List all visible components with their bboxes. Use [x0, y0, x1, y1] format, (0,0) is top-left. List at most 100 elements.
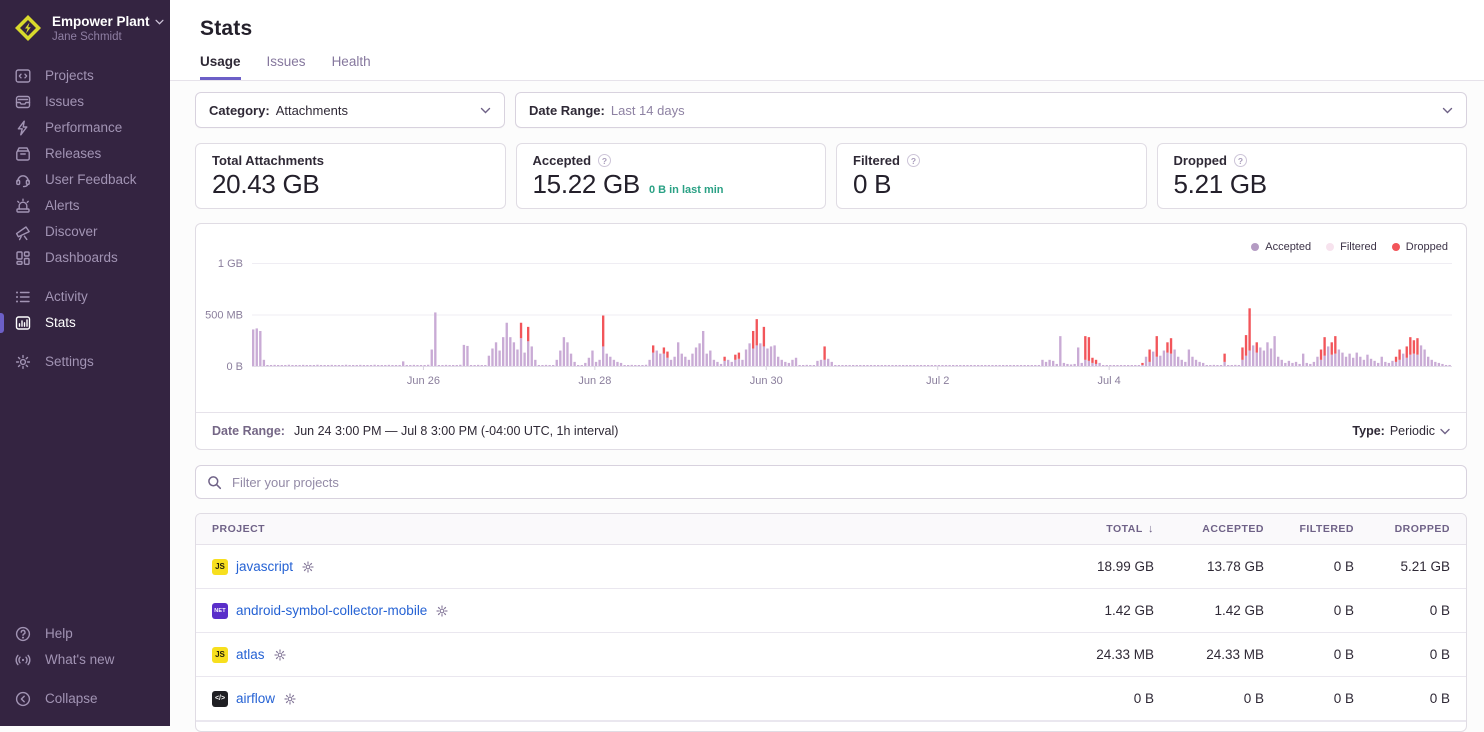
- legend-item-filtered[interactable]: Filtered: [1326, 241, 1377, 253]
- table-row: NET android-symbol-collector-mobile 1.42…: [196, 589, 1466, 633]
- type-label: Type:: [1352, 424, 1384, 438]
- legend-label: Filtered: [1340, 241, 1377, 253]
- dashboards-icon: [14, 249, 32, 267]
- releases-icon: [14, 145, 32, 163]
- type-value: Periodic: [1390, 424, 1435, 438]
- legend-dot: [1392, 243, 1400, 251]
- gear-icon: [14, 353, 32, 371]
- project-settings-gear-icon[interactable]: [273, 648, 287, 662]
- legend-item-dropped[interactable]: Dropped: [1392, 241, 1448, 253]
- legend-dot: [1251, 243, 1259, 251]
- col-total-sort[interactable]: TOTAL ↓: [1034, 523, 1154, 535]
- cell-total: 1.42 GB: [1034, 603, 1154, 618]
- sidebar-item-label: What's new: [45, 651, 114, 669]
- platform-javascript-icon: JS: [212, 559, 228, 575]
- project-link[interactable]: atlas: [236, 647, 265, 662]
- chart-legend: Accepted Filtered Dropped: [1251, 241, 1448, 253]
- tab-issues[interactable]: Issues: [267, 54, 306, 80]
- cell-accepted: 1.42 GB: [1154, 603, 1264, 618]
- project-settings-gear-icon[interactable]: [435, 604, 449, 618]
- sidebar-item-alerts[interactable]: Alerts: [0, 193, 170, 219]
- sidebar-item-label: Help: [45, 625, 73, 643]
- cell-dropped: 5.21 GB: [1354, 559, 1450, 574]
- sidebar-item-dashboards[interactable]: Dashboards: [0, 245, 170, 271]
- project-link[interactable]: javascript: [236, 559, 293, 574]
- collapse-icon: [14, 690, 32, 708]
- sidebar-item-label: Collapse: [45, 690, 98, 708]
- info-icon[interactable]: ?: [907, 154, 920, 167]
- cell-total: 18.99 GB: [1034, 559, 1154, 574]
- category-label: Category:: [209, 103, 270, 118]
- sidebar-collapse-button[interactable]: Collapse: [0, 686, 170, 712]
- svg-text:Jul 2: Jul 2: [926, 375, 949, 387]
- sidebar-item-discover[interactable]: Discover: [0, 219, 170, 245]
- cell-total: 0 B: [1034, 691, 1154, 706]
- cell-dropped: 0 B: [1354, 647, 1450, 662]
- sidebar-item-whats-new[interactable]: What's new: [0, 647, 170, 673]
- legend-label: Accepted: [1265, 241, 1311, 253]
- cell-filtered: 0 B: [1264, 603, 1354, 618]
- info-icon[interactable]: ?: [598, 154, 611, 167]
- project-link[interactable]: android-symbol-collector-mobile: [236, 603, 427, 618]
- svg-text:Jul 4: Jul 4: [1098, 375, 1121, 387]
- sidebar-item-settings[interactable]: Settings: [0, 349, 170, 375]
- type-select[interactable]: Type: Periodic: [1352, 424, 1450, 438]
- sidebar-item-performance[interactable]: Performance: [0, 115, 170, 141]
- sidebar-item-help[interactable]: Help: [0, 621, 170, 647]
- stats-icon: [14, 314, 32, 332]
- sidebar-item-stats[interactable]: Stats: [0, 310, 170, 336]
- alerts-icon: [14, 197, 32, 215]
- project-link[interactable]: airflow: [236, 691, 275, 706]
- sidebar-item-label: Stats: [45, 314, 76, 332]
- platform-javascript-icon: JS: [212, 647, 228, 663]
- tab-health[interactable]: Health: [332, 54, 371, 80]
- sidebar-item-label: Discover: [45, 223, 98, 241]
- footer-date-range-value: Jun 24 3:00 PM — Jul 8 3:00 PM (-04:00 U…: [294, 424, 618, 438]
- legend-item-accepted[interactable]: Accepted: [1251, 241, 1311, 253]
- date-range-value: Last 14 days: [611, 103, 685, 118]
- chevron-down-icon: [155, 19, 164, 25]
- svg-text:1 GB: 1 GB: [218, 258, 243, 270]
- sidebar-item-label: Performance: [45, 119, 122, 137]
- col-dropped: DROPPED: [1354, 523, 1450, 535]
- org-switcher[interactable]: Empower Plant Jane Schmidt: [0, 0, 170, 53]
- org-user: Jane Schmidt: [52, 31, 164, 43]
- cell-dropped: 0 B: [1354, 603, 1450, 618]
- live-rate-text: 0 B in last min: [649, 184, 724, 196]
- projects-table: PROJECT TOTAL ↓ ACCEPTED FILTERED DROPPE…: [195, 513, 1467, 732]
- sidebar-item-activity[interactable]: Activity: [0, 284, 170, 310]
- usage-chart-panel: Accepted Filtered Dropped 0 B 500 MB 1 GB J…: [195, 223, 1467, 450]
- tab-usage[interactable]: Usage: [200, 54, 241, 80]
- cell-dropped: 0 B: [1354, 691, 1450, 706]
- card-title: Total Attachments: [212, 153, 324, 168]
- svg-text:500 MB: 500 MB: [205, 310, 243, 322]
- sidebar-item-user-feedback[interactable]: User Feedback: [0, 167, 170, 193]
- empower-plant-logo: [14, 14, 42, 42]
- performance-icon: [14, 119, 32, 137]
- cell-filtered: 0 B: [1264, 647, 1354, 662]
- project-search: [195, 465, 1467, 499]
- page-title: Stats: [200, 0, 1454, 41]
- info-icon[interactable]: ?: [1234, 154, 1247, 167]
- chart-footer: Date Range: Jun 24 3:00 PM — Jul 8 3:00 …: [196, 412, 1466, 449]
- cell-total: 24.33 MB: [1034, 647, 1154, 662]
- sidebar-item-issues[interactable]: Issues: [0, 89, 170, 115]
- cell-filtered: 0 B: [1264, 559, 1354, 574]
- cell-accepted: 13.78 GB: [1154, 559, 1264, 574]
- broadcast-icon: [14, 651, 32, 669]
- search-input[interactable]: [230, 474, 1455, 491]
- sidebar-item-releases[interactable]: Releases: [0, 141, 170, 167]
- category-select[interactable]: Category: Attachments: [195, 92, 505, 128]
- cell-accepted: 24.33 MB: [1154, 647, 1264, 662]
- card-accepted: Accepted ? 15.22 GB 0 B in last min: [516, 143, 827, 209]
- sidebar-item-projects[interactable]: Projects: [0, 63, 170, 89]
- category-value: Attachments: [276, 103, 348, 118]
- sidebar-item-label: Alerts: [45, 197, 80, 215]
- help-icon: [14, 625, 32, 643]
- date-range-select[interactable]: Date Range: Last 14 days: [515, 92, 1467, 128]
- project-settings-gear-icon[interactable]: [301, 560, 315, 574]
- svg-text:0 B: 0 B: [226, 361, 243, 373]
- card-value: 0 B: [853, 169, 891, 200]
- project-settings-gear-icon[interactable]: [283, 692, 297, 706]
- card-title: Accepted: [533, 153, 592, 168]
